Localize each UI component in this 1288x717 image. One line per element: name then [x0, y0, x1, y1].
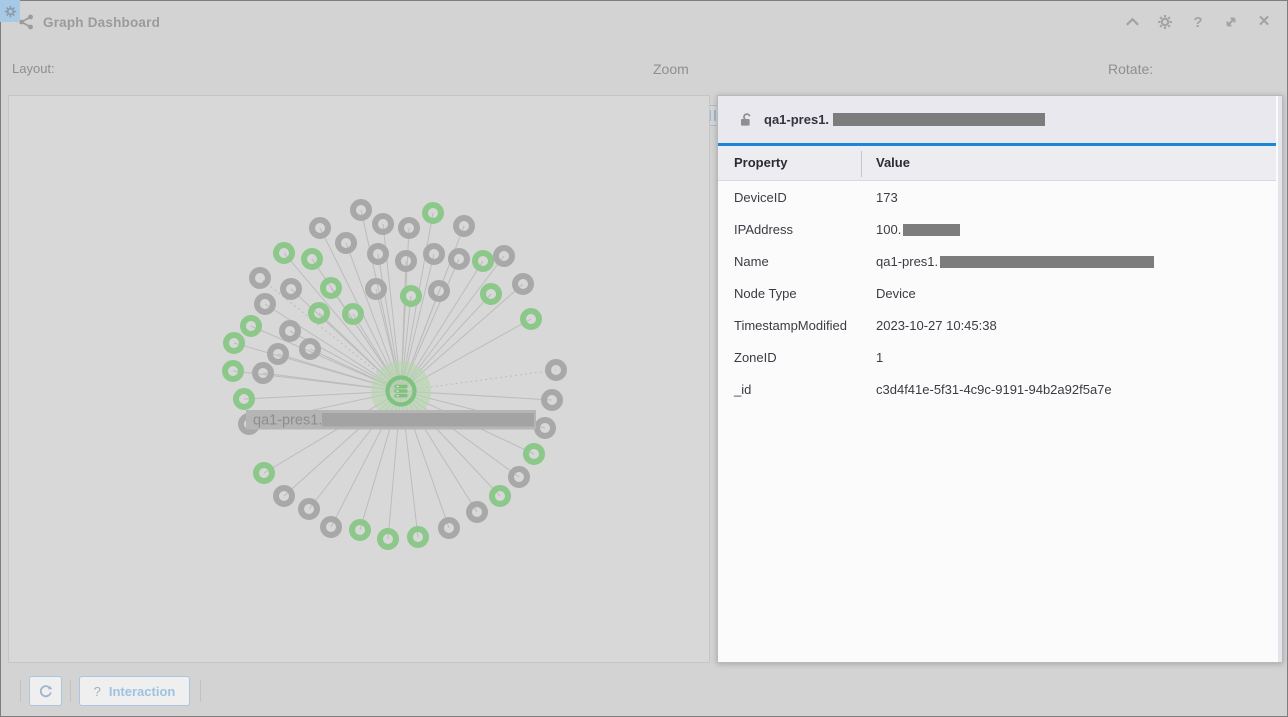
column-divider	[861, 151, 862, 177]
property-value: Device	[876, 286, 916, 301]
settings-gear-icon[interactable]	[1155, 12, 1175, 32]
value-column-header: Value	[876, 155, 910, 170]
unlock-icon[interactable]	[738, 111, 755, 128]
title-bar: Graph Dashboard ? ×	[0, 0, 1288, 48]
gear-icon	[4, 5, 17, 18]
details-header: qa1-pres1.	[718, 96, 1282, 143]
property-table-body: DeviceID 173 IPAddress 100. Name qa1-pres1. No…	[718, 182, 1282, 406]
property-row[interactable]: ZoneID 1	[718, 342, 1282, 374]
layout-label: Layout:	[12, 61, 55, 76]
property-row[interactable]: TimestampModified 2023-10-27 10:45:38	[718, 310, 1282, 342]
refresh-icon	[38, 684, 53, 699]
expand-icon[interactable]	[1221, 12, 1241, 32]
graph-toolbar: Layout: Force ▾ i Locate Zoom ☝ Drag Ful…	[0, 48, 1288, 90]
node-details-panel: qa1-pres1. Property Value DeviceID 173 IPA…	[717, 95, 1283, 663]
table-header: Property Value	[718, 146, 1282, 181]
property-name: Name	[734, 254, 769, 269]
details-title: qa1-pres1.	[764, 112, 829, 127]
page-title: Graph Dashboard	[43, 15, 160, 30]
close-icon[interactable]: ×	[1254, 12, 1274, 32]
property-name: _id	[734, 382, 751, 397]
property-value: 173	[876, 190, 898, 205]
property-row[interactable]: _id c3d4f41e-5f31-4c9c-9191-94b2a92f5a7e	[718, 374, 1282, 406]
property-name: IPAddress	[734, 222, 793, 237]
share-icon	[18, 14, 34, 30]
property-value: 2023-10-27 10:45:38	[876, 318, 997, 333]
question-icon: ?	[94, 684, 101, 699]
property-value: 100.	[876, 222, 960, 237]
property-value: c3d4f41e-5f31-4c9c-9191-94b2a92f5a7e	[876, 382, 1112, 397]
interaction-label: Interaction	[109, 684, 175, 699]
redacted-value	[940, 256, 1154, 268]
property-row[interactable]: IPAddress 100.	[718, 214, 1282, 246]
node-label-text: qa1-pres1.	[253, 413, 322, 429]
property-row[interactable]: DeviceID 173	[718, 182, 1282, 214]
bottom-separator	[70, 680, 71, 702]
refresh-button[interactable]	[29, 676, 62, 706]
property-row[interactable]: Node Type Device	[718, 278, 1282, 310]
property-name: Node Type	[734, 286, 797, 301]
node-link-graph: qa1-pres1.	[9, 96, 709, 662]
interaction-button[interactable]: ? Interaction	[79, 676, 190, 706]
bottom-separator	[200, 680, 201, 702]
property-column-header: Property	[734, 155, 787, 170]
bottom-bar: ? Interaction	[0, 665, 1288, 717]
collapse-chevron-up-icon[interactable]	[1122, 12, 1142, 32]
rotate-label: Rotate:	[1108, 61, 1153, 77]
redacted-value	[903, 224, 960, 236]
node-label-redaction	[322, 413, 534, 427]
property-name: ZoneID	[734, 350, 777, 365]
bottom-separator	[20, 680, 21, 702]
property-row[interactable]: Name qa1-pres1.	[718, 246, 1282, 278]
property-value: qa1-pres1.	[876, 254, 1154, 269]
panel-scrollbar[interactable]	[1276, 96, 1282, 662]
property-value: 1	[876, 350, 883, 365]
corner-settings-badge[interactable]	[0, 0, 20, 22]
details-title-redaction	[833, 113, 1045, 126]
property-name: DeviceID	[734, 190, 787, 205]
graph-canvas[interactable]: qa1-pres1.	[8, 95, 710, 663]
zoom-label: Zoom	[653, 61, 689, 77]
help-icon[interactable]: ?	[1188, 12, 1208, 32]
property-name: TimestampModified	[734, 318, 847, 333]
